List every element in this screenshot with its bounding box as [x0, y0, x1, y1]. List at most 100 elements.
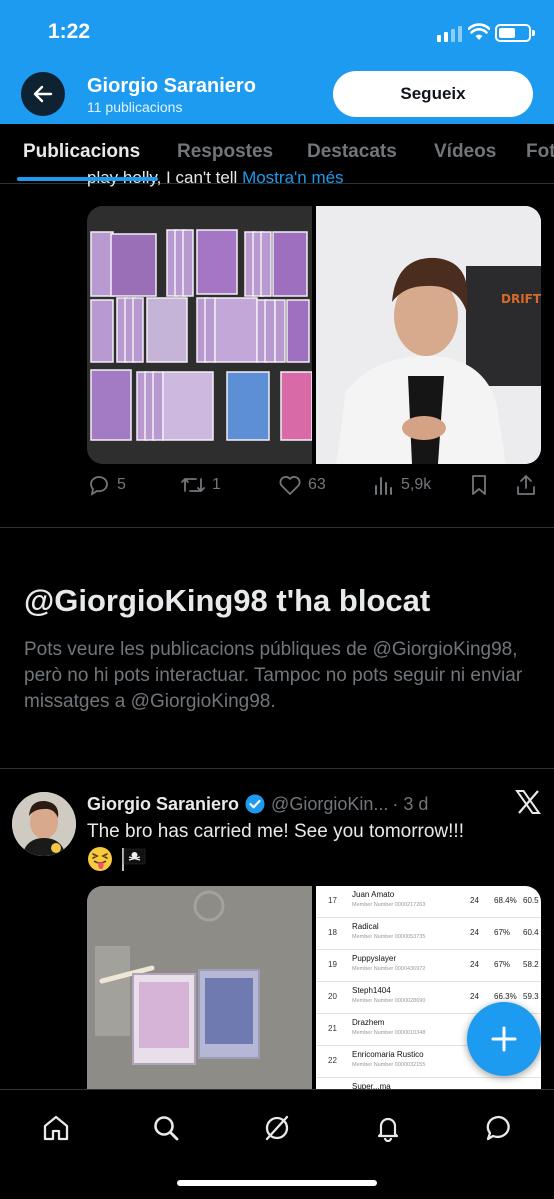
arrow-left-icon: [33, 85, 53, 103]
post2-emojis: [87, 846, 147, 872]
post-divider: [0, 768, 554, 769]
reply-icon: [90, 476, 108, 496]
player-name-cell: Super...ma: [352, 1082, 391, 1089]
follow-button[interactable]: Segueix: [333, 71, 533, 117]
nav-notifications-button[interactable]: [368, 1108, 408, 1148]
nav-grok-button[interactable]: [257, 1108, 297, 1148]
search-icon: [154, 1116, 179, 1141]
tab-fotos[interactable]: Fot: [526, 141, 554, 163]
like-count: 63: [308, 476, 326, 493]
signal-icon: [437, 26, 462, 42]
nav-search-button[interactable]: [146, 1108, 186, 1148]
player-name-cell: Steph1404: [352, 986, 391, 995]
blocked-title: @GiorgioKing98 t'ha blocat: [24, 583, 431, 618]
player-name-cell: Drazhem: [352, 1018, 385, 1027]
repost-button[interactable]: 1: [180, 474, 221, 496]
messages-icon: [486, 1115, 510, 1141]
player-name-cell: Enricomaria Rustico: [352, 1050, 424, 1059]
cards-on-table-photo[interactable]: [87, 886, 312, 1089]
wifi-icon: [468, 23, 490, 40]
rank-cell: 22: [328, 1056, 337, 1065]
tab-destacats[interactable]: Destacats: [307, 141, 397, 163]
points-cell: 24: [470, 928, 479, 937]
opp-win-rate-cell: 60.5: [523, 896, 539, 905]
win-rate-cell: 67%: [494, 960, 511, 969]
player-name-cell: Radical: [352, 922, 379, 931]
member-number-cell: Member Number 0000053735: [352, 934, 426, 940]
heart-icon: [279, 476, 301, 495]
post-count: 11 publicacions: [87, 99, 183, 115]
plus-icon: [491, 1026, 517, 1052]
nav-messages-button[interactable]: [479, 1108, 519, 1148]
cards-photo[interactable]: [87, 206, 312, 464]
tab-videos[interactable]: Vídeos: [434, 141, 496, 163]
avatar[interactable]: [12, 792, 76, 856]
table-row: 17 Juan Amato Member Number 0000217263 24 68…: [316, 886, 541, 918]
profile-header: 1:22 Giorgio Saraniero 11 publicacions S…: [0, 0, 554, 124]
views-icon: [375, 477, 392, 495]
views-button[interactable]: 5,9k: [373, 474, 431, 496]
post2-text: The bro has carried me! See you tomorrow…: [87, 821, 464, 842]
pirate-flag-icon: [122, 848, 146, 871]
post-time: · 3 d: [392, 793, 429, 814]
status-time: 1:22: [48, 20, 91, 43]
share-button[interactable]: [515, 474, 537, 496]
tab-respostes[interactable]: Respostes: [177, 141, 273, 163]
show-more-link[interactable]: Mostra'n més: [242, 168, 344, 187]
rank-cell: 20: [328, 992, 337, 1001]
opp-win-rate-cell: 58.2: [523, 960, 539, 969]
points-cell: 24: [470, 896, 479, 905]
person-photo[interactable]: DRIFT: [316, 206, 541, 464]
avatar-image: [12, 792, 76, 856]
notifications-icon: [377, 1117, 399, 1142]
author-name[interactable]: Giorgio Saraniero: [87, 794, 239, 815]
trading-cards-image: [87, 206, 312, 464]
tab-publicacions[interactable]: Publicacions: [23, 141, 140, 163]
tongue-emoji-icon: [88, 847, 112, 871]
points-cell: 24: [470, 960, 479, 969]
active-tab-indicator: [17, 177, 158, 181]
repost-icon: [181, 478, 205, 492]
status-bar: 1:22: [0, 0, 554, 64]
nav-home-button[interactable]: [36, 1108, 76, 1148]
rank-cell: 17: [328, 896, 337, 905]
post1-media[interactable]: DRIFT: [87, 206, 541, 464]
rank-cell: 18: [328, 928, 337, 937]
member-number-cell: Member Number 0000028690: [352, 998, 426, 1004]
person-image: DRIFT: [316, 206, 541, 464]
reply-button[interactable]: 5: [87, 474, 126, 496]
table-row: Super...ma: [316, 1078, 541, 1089]
repost-count: 1: [212, 476, 221, 493]
compose-post-button[interactable]: [467, 1002, 541, 1076]
opp-win-rate-cell: 59.3: [523, 992, 539, 1001]
member-number-cell: Member Number 0000217263: [352, 902, 426, 908]
table-row: 18 Radical Member Number 0000053735 24 67% 60…: [316, 918, 541, 950]
win-rate-cell: 68.4%: [494, 896, 517, 905]
like-button[interactable]: 63: [278, 474, 326, 496]
sleeved-cards-image: [87, 886, 312, 1089]
member-number-cell: Member Number 0000032155: [352, 1062, 426, 1068]
svg-text:DRIFT: DRIFT: [501, 292, 541, 306]
member-number-cell: Member Number 0000010348: [352, 1030, 426, 1036]
opp-win-rate-cell: 60.4: [523, 928, 539, 937]
author-handle[interactable]: @GiorgioKin...: [271, 794, 388, 815]
rank-cell: 19: [328, 960, 337, 969]
verified-badge-icon: [245, 794, 265, 814]
profile-name: Giorgio Saraniero: [87, 75, 256, 97]
grok-icon: [265, 1115, 289, 1141]
win-rate-cell: 66.3%: [494, 992, 517, 1001]
battery-icon: [495, 24, 535, 42]
back-button[interactable]: [21, 72, 65, 116]
points-cell: 24: [470, 992, 479, 1001]
bookmark-button[interactable]: [469, 474, 489, 496]
post1-actions: 5 1 63 5,9k: [87, 474, 541, 504]
home-indicator: [177, 1180, 377, 1186]
home-icon: [43, 1115, 69, 1141]
player-name-cell: Juan Amato: [352, 890, 395, 899]
views-count: 5,9k: [401, 476, 432, 493]
table-row: 19 Puppyslayer Member Number 0000436972 24 6…: [316, 950, 541, 982]
blocked-body: Pots veure les publicacions públiques de…: [24, 639, 523, 712]
win-rate-cell: 67%: [494, 928, 511, 937]
post-divider: [0, 527, 554, 528]
x-logo-icon: [515, 790, 541, 814]
